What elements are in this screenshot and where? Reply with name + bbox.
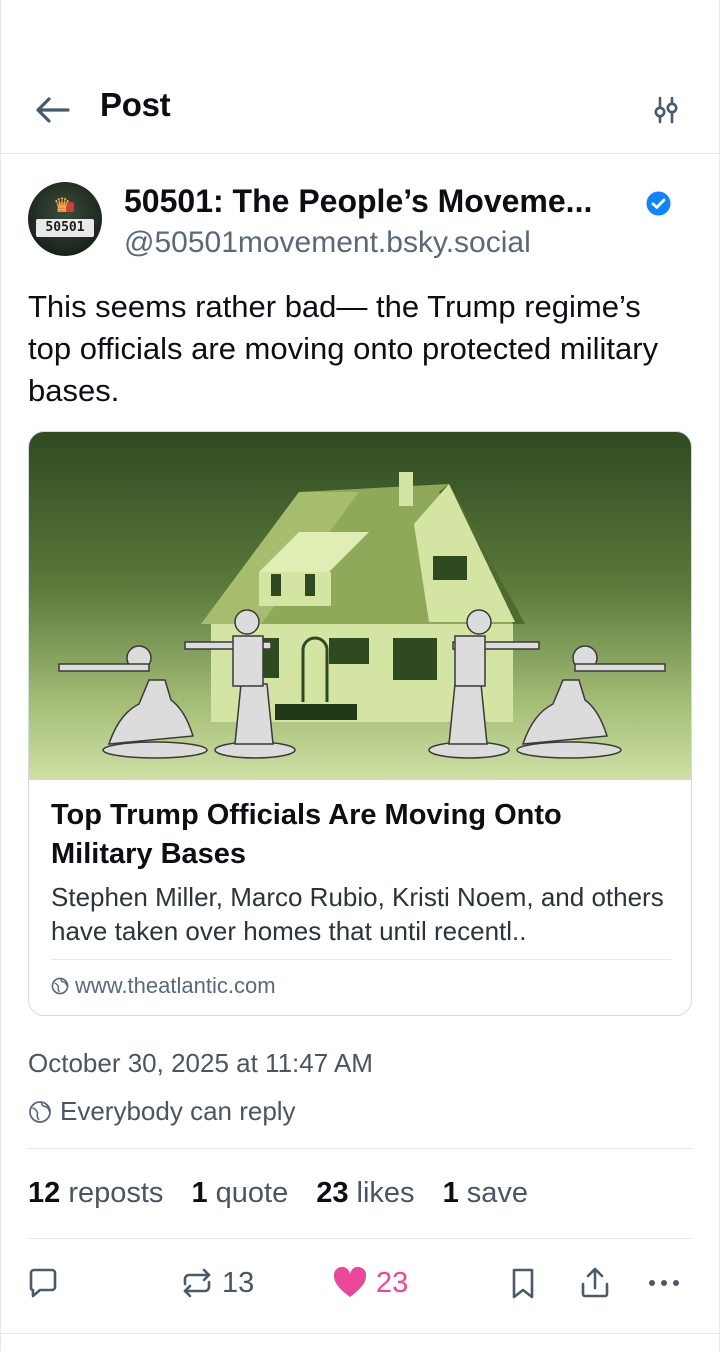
- post-action-bar: 13 23: [0, 1258, 720, 1314]
- globe-icon: [51, 977, 69, 995]
- verified-check-icon[interactable]: [646, 191, 671, 216]
- quotes-count: 1: [191, 1177, 208, 1209]
- post-timestamp: October 30, 2025 at 11:47 AM: [28, 1048, 373, 1078]
- frame-border-left: [0, 0, 1, 1351]
- more-options-button[interactable]: [646, 1266, 682, 1300]
- saves-count: 1: [442, 1177, 459, 1209]
- divider: [28, 1238, 692, 1239]
- reposts-label: reposts: [68, 1177, 164, 1209]
- reply-button[interactable]: [26, 1266, 60, 1300]
- avatar-label: 50501: [36, 219, 94, 237]
- divider: [28, 1148, 692, 1149]
- thread-options-button[interactable]: [646, 90, 686, 130]
- link-card-domain-row: www.theatlantic.com: [51, 973, 276, 999]
- like-button[interactable]: 23: [332, 1266, 408, 1300]
- speech-bubble-icon: [29, 1268, 57, 1298]
- share-icon: [581, 1267, 609, 1298]
- quotes-label: quote: [215, 1177, 289, 1209]
- avatar[interactable]: ♛ 50501: [28, 182, 102, 256]
- globe-icon: [29, 1100, 51, 1123]
- crown-icon: ♛: [53, 195, 71, 217]
- reposts-count: 12: [28, 1177, 61, 1209]
- link-card-divider: [51, 959, 671, 960]
- divider: [0, 1333, 720, 1334]
- reply-setting-label: Everybody can reply: [60, 1096, 296, 1126]
- heart-icon: [333, 1266, 367, 1297]
- arrow-left-icon: [36, 97, 70, 123]
- repost-icon: [183, 1268, 211, 1298]
- saves-stat[interactable]: 1 save: [443, 1177, 528, 1210]
- author-handle[interactable]: @50501movement.bsky.social: [124, 226, 531, 260]
- reposts-stat[interactable]: 12 reposts: [28, 1177, 163, 1210]
- sliders-icon: [654, 96, 678, 124]
- repost-button[interactable]: 13: [180, 1266, 254, 1300]
- author-display-name[interactable]: 50501: The People’s Moveme...: [124, 183, 592, 220]
- repost-count: 13: [222, 1266, 255, 1299]
- link-card[interactable]: Top Trump Officials Are Moving Onto Mili…: [28, 431, 692, 1016]
- post-stats: 12 reposts 1 quote 23 likes 1 save: [28, 1177, 528, 1210]
- back-button[interactable]: [30, 90, 74, 130]
- post-header: Post: [0, 66, 720, 154]
- link-card-image: [29, 432, 691, 780]
- quotes-stat[interactable]: 1 quote: [191, 1177, 288, 1210]
- likes-count: 23: [316, 1177, 349, 1209]
- bookmark-button[interactable]: [508, 1266, 538, 1300]
- likes-label: likes: [356, 1177, 415, 1209]
- link-card-title: Top Trump Officials Are Moving Onto Mili…: [51, 799, 562, 870]
- link-card-domain: www.theatlantic.com: [75, 973, 276, 998]
- reply-setting[interactable]: Everybody can reply: [28, 1096, 296, 1127]
- post-text: This seems rather bad— the Trump regime’…: [28, 289, 659, 408]
- like-count: 23: [376, 1266, 409, 1299]
- bookmark-icon: [512, 1268, 534, 1299]
- link-card-description: Stephen Miller, Marco Rubio, Kristi Noem…: [51, 882, 664, 946]
- ellipsis-icon: [649, 1280, 679, 1286]
- saves-label: save: [466, 1177, 529, 1209]
- likes-stat[interactable]: 23 likes: [316, 1177, 414, 1210]
- page-title: Post: [100, 86, 171, 123]
- share-button[interactable]: [578, 1266, 612, 1300]
